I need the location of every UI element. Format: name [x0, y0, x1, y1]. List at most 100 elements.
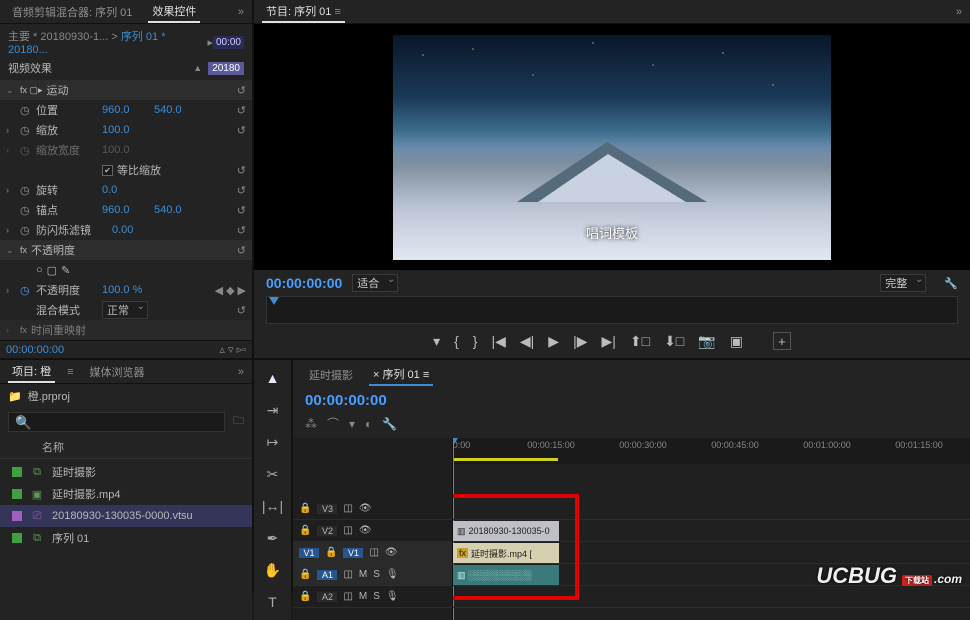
a1-lock-icon[interactable]: 🔒 — [299, 569, 311, 580]
tab-media-browser[interactable]: 媒体浏览器 — [86, 362, 149, 382]
play-icon[interactable]: ▶ — [548, 333, 559, 350]
resolution-dropdown[interactable]: 完整 — [880, 274, 926, 292]
ripple-edit-tool-icon[interactable]: ↦ — [262, 432, 284, 452]
mask-pen-icon[interactable]: ✎ — [61, 264, 70, 277]
motion-collapse-icon[interactable]: ⌄ — [6, 85, 16, 96]
track-select-tool-icon[interactable]: ⇥ — [262, 400, 284, 420]
zoom-fit-dropdown[interactable]: 适合 — [352, 274, 398, 292]
marker-icon[interactable]: ▾ — [349, 417, 355, 431]
program-playhead-icon[interactable] — [269, 297, 279, 305]
anchor-reset-icon[interactable]: ↺ — [237, 204, 246, 217]
a1-badge[interactable]: A1 — [317, 570, 337, 580]
track-lane-v3[interactable] — [453, 498, 970, 520]
timeline-current-time[interactable]: 00:00:00:00 — [293, 390, 970, 415]
next-keyframe-icon[interactable]: ▶ — [238, 284, 246, 297]
add-keyframe-icon[interactable]: ◆ — [226, 284, 234, 297]
linked-select-icon[interactable]: ⌒ — [327, 415, 339, 432]
settings-wrench-icon[interactable]: 🔧 — [944, 277, 958, 290]
antiflicker-expand-icon[interactable]: › — [6, 225, 16, 235]
uniform-scale-checkbox[interactable]: ✔ — [102, 165, 113, 176]
selection-tool-icon[interactable]: ▲ — [262, 368, 284, 388]
hand-tool-icon[interactable]: ✋ — [262, 560, 284, 580]
program-tab-menu-icon[interactable]: ≡ — [334, 6, 340, 18]
step-forward-icon[interactable]: |▶ — [573, 333, 587, 350]
prev-keyframe-icon[interactable]: ◀ — [215, 284, 223, 297]
v1-eye-icon[interactable]: 👁 — [385, 547, 398, 558]
v3-lock-icon[interactable]: 🔒 — [299, 503, 311, 514]
v2-badge[interactable]: V2 — [317, 526, 337, 536]
v1-lock-icon[interactable]: 🔒 — [325, 547, 337, 558]
add-marker-icon[interactable]: ▾ — [433, 333, 440, 350]
mask-rect-icon[interactable]: ▢ — [47, 264, 57, 277]
tab-program[interactable]: 节目: 序列 01 ≡ — [262, 1, 345, 23]
mark-out-icon[interactable]: } — [473, 333, 478, 349]
v1-toggle-output-icon[interactable]: ◫ — [369, 547, 378, 558]
uniform-reset-icon[interactable]: ↺ — [237, 164, 246, 177]
comparison-icon[interactable]: ▣ — [730, 333, 743, 350]
overflow-tabs-icon[interactable]: » — [238, 6, 244, 18]
project-item[interactable]: ⎚20180930-130035-0000.vtsu — [0, 505, 252, 527]
project-item[interactable]: ⧉序列 01 — [0, 527, 252, 549]
v2-eye-icon[interactable]: 👁 — [359, 525, 372, 536]
v2-lock-icon[interactable]: 🔒 — [299, 525, 311, 536]
mask-circle-icon[interactable]: ○ — [36, 264, 43, 276]
v3-eye-icon[interactable]: 👁 — [359, 503, 372, 514]
tab-sequence-2[interactable]: × 序列 01 ≡ — [369, 364, 433, 386]
rotation-stopwatch-icon[interactable]: ◷ — [20, 184, 32, 196]
extract-icon[interactable]: ⬇□ — [664, 333, 684, 350]
opacity-reset-icon[interactable]: ↺ — [237, 244, 246, 257]
scale-stopwatch-icon[interactable]: ◷ — [20, 124, 32, 136]
type-tool-icon[interactable]: T — [262, 592, 284, 612]
program-time-ruler[interactable] — [266, 296, 958, 324]
anchor-x-value[interactable]: 960.0 — [102, 204, 150, 216]
sequence-settings-icon[interactable]: ◐ — [365, 417, 372, 431]
opacity-expand-icon[interactable]: › — [6, 285, 16, 295]
new-bin-icon[interactable]: 🗀 — [233, 412, 244, 432]
tab-sequence-1[interactable]: 延时摄影 — [305, 365, 357, 385]
project-item[interactable]: ⧉延时摄影 — [0, 461, 252, 483]
ec-nav-loop-icon[interactable]: ▹▫ — [237, 343, 246, 356]
rotation-value[interactable]: 0.0 — [102, 184, 150, 196]
v3-badge[interactable]: V3 — [317, 504, 337, 514]
anchor-y-value[interactable]: 540.0 — [154, 204, 202, 216]
ec-footer-time[interactable]: 00:00:00:00 — [6, 344, 64, 356]
project-item[interactable]: ▣延时摄影.mp4 — [0, 483, 252, 505]
v3-toggle-output-icon[interactable]: ◫ — [343, 503, 352, 514]
project-folder-icon[interactable]: 📁 — [8, 390, 22, 403]
clip-v1[interactable]: fx 延时摄影.mp4 [ — [453, 543, 559, 563]
snap-icon[interactable]: ⁂ — [305, 417, 317, 431]
opacity-stopwatch-icon[interactable]: ◷ — [20, 284, 32, 296]
blend-reset-icon[interactable]: ↺ — [237, 304, 246, 317]
ec-nav-next-icon[interactable]: ▿ — [228, 343, 234, 356]
clip-v2[interactable]: ▥ 20180930-130035-0 — [453, 521, 559, 541]
export-frame-icon[interactable]: 📷 — [698, 333, 715, 350]
track-lane-a2[interactable] — [453, 586, 970, 608]
go-to-in-icon[interactable]: |◀ — [491, 333, 505, 350]
track-lane-v2[interactable]: ▥ 20180930-130035-0 — [453, 520, 970, 542]
anchor-stopwatch-icon[interactable]: ◷ — [20, 204, 32, 216]
a1-toggle-output-icon[interactable]: ◫ — [343, 569, 352, 580]
work-area-bar[interactable] — [453, 458, 558, 461]
scale-value[interactable]: 100.0 — [102, 124, 150, 136]
antiflicker-reset-icon[interactable]: ↺ — [237, 224, 246, 237]
v1-source-badge[interactable]: V1 — [299, 548, 319, 558]
a1-mute-icon[interactable]: M — [359, 569, 367, 580]
a1-voice-icon[interactable]: 🎙 — [386, 569, 399, 580]
position-reset-icon[interactable]: ↺ — [237, 104, 246, 117]
scale-reset-icon[interactable]: ↺ — [237, 124, 246, 137]
antiflicker-stopwatch-icon[interactable]: ◷ — [20, 224, 32, 236]
scale-expand-icon[interactable]: › — [6, 125, 16, 135]
go-to-out-icon[interactable]: ▶| — [601, 333, 615, 350]
v2-toggle-output-icon[interactable]: ◫ — [343, 525, 352, 536]
opacity-value[interactable]: 100.0 % — [102, 284, 150, 296]
antiflicker-value[interactable]: 0.00 — [112, 224, 160, 236]
timeline-wrench-icon[interactable]: 🔧 — [382, 417, 397, 431]
clip-a1[interactable]: ▥ ░░░░░░░░░░ — [453, 565, 559, 585]
tab-effect-controls[interactable]: 效果控件 — [148, 1, 200, 23]
motion-reset-icon[interactable]: ↺ — [237, 84, 246, 97]
position-y-value[interactable]: 540.0 — [154, 104, 202, 116]
project-search-input[interactable] — [8, 412, 225, 432]
ec-nav-prev-icon[interactable]: ▵ — [220, 343, 226, 356]
tab-project[interactable]: 项目: 橙 — [8, 361, 55, 383]
slip-tool-icon[interactable]: |↔| — [262, 496, 284, 516]
